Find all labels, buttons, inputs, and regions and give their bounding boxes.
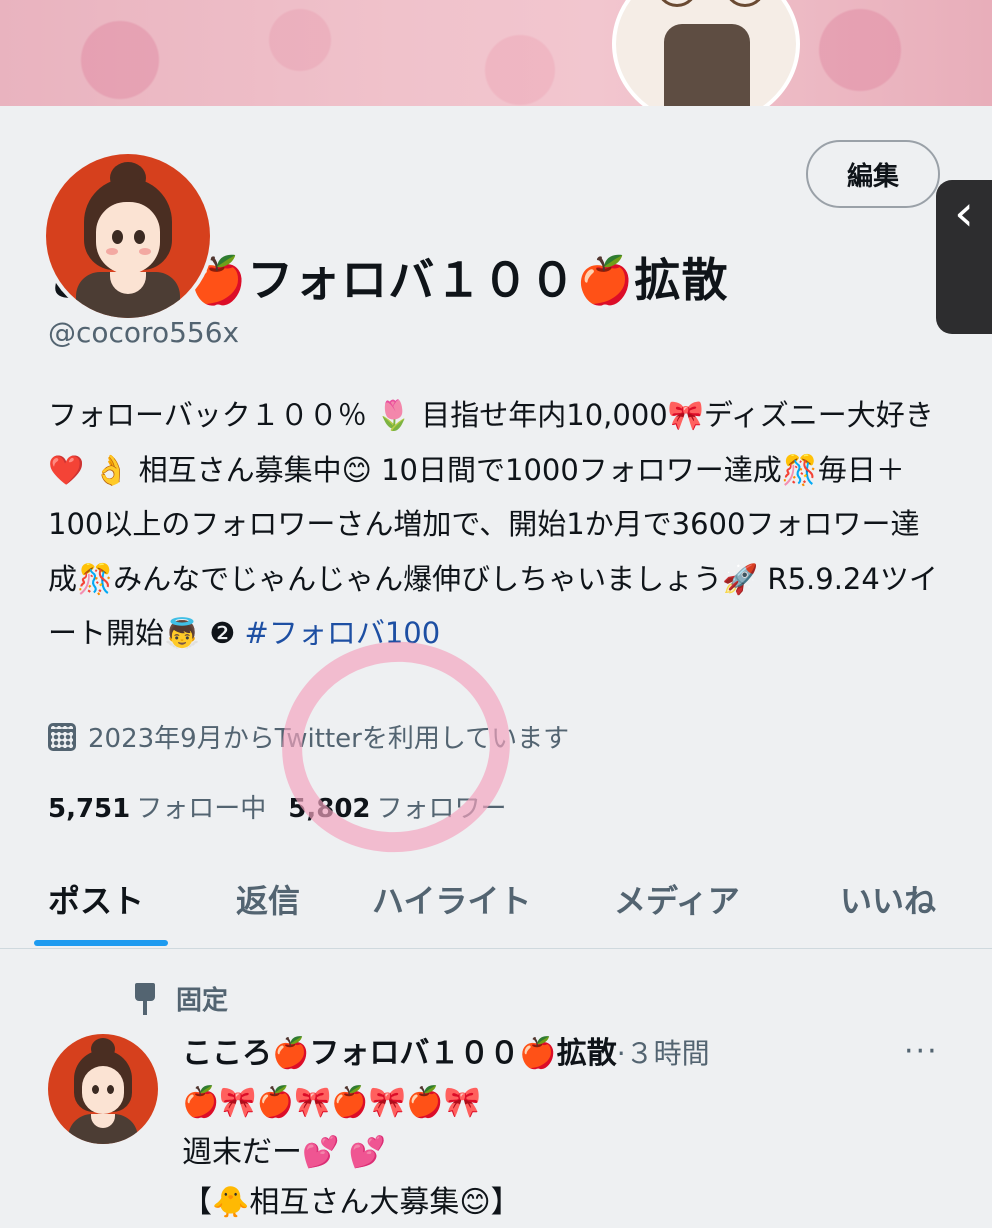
following-link[interactable]: 5,751 フォロー中 (48, 788, 266, 825)
tab-media[interactable]: メディア (614, 876, 740, 922)
tab-replies[interactable]: 返信 (236, 876, 300, 922)
profile-tabs: ポスト 返信 ハイライト メディア いいね (0, 866, 992, 949)
avatar-illustration (46, 154, 210, 318)
edit-profile-button[interactable]: 編集 (806, 140, 940, 208)
bio-text: フォローバック１００％ 🌷 目指せ年内10,000🎀ディズニー大好き❤️ 👌 相… (48, 398, 938, 650)
active-tab-indicator (34, 940, 168, 946)
post-text: 🍎🎀🍎🎀🍎🎀🍎🎀 週末だー💕 💕 【🐥相互さん大募集😊】 (182, 1085, 521, 1220)
side-panel-handle[interactable]: ‹ (936, 180, 992, 334)
post-author-avatar[interactable] (48, 1034, 158, 1144)
post-header: こころ🍎フォロバ１００🍎拡散·３時間 (182, 1028, 710, 1072)
user-handle: @cocoro556x (48, 316, 240, 349)
post-timestamp[interactable]: ·３時間 (617, 1037, 710, 1070)
pinned-indicator: 固定 (132, 980, 228, 1017)
profile-sheet: ‹ 編集 こころ🍎フォロバ１００🍎拡散 @cocoro556x フォローバック１… (0, 106, 992, 1220)
tab-highlights[interactable]: ハイライト (372, 876, 531, 922)
calendar-icon (48, 722, 76, 751)
profile-bio: フォローバック１００％ 🌷 目指せ年内10,000🎀ディズニー大好き❤️ 👌 相… (48, 388, 948, 661)
post-author-name[interactable]: こころ🍎フォロバ１００🍎拡散 (182, 1036, 617, 1071)
hand-drawn-circle-annotation (268, 627, 524, 867)
pin-icon (132, 982, 158, 1015)
chevron-left-icon: ‹ (954, 184, 974, 242)
following-count: 5,751 (48, 794, 131, 824)
following-label: フォロー中 (136, 794, 267, 824)
more-horizontal-icon[interactable]: ··· (904, 1034, 939, 1069)
profile-banner[interactable] (0, 0, 992, 128)
pinned-label: 固定 (176, 986, 229, 1016)
tab-likes[interactable]: いいね (840, 876, 936, 922)
profile-avatar[interactable] (42, 150, 214, 322)
tab-posts[interactable]: ポスト (48, 876, 144, 922)
